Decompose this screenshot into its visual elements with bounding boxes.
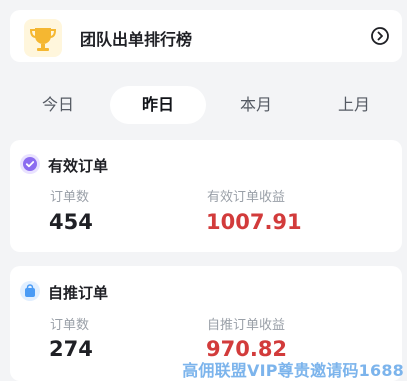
chevron-right-icon[interactable] [370,26,390,46]
tab-today[interactable]: 今日 [14,86,102,124]
income-label: 自推订单收益 [207,318,286,333]
tab-this-month[interactable]: 本月 [212,86,300,124]
valid-orders-card: 有效订单 订单数 454 有效订单收益 1007.91 [10,140,402,252]
card-title: 有效订单 [48,157,109,175]
check-badge-icon [20,154,40,174]
order-count-value: 454 [49,210,93,234]
tab-yesterday[interactable]: 昨日 [110,86,206,124]
date-tabs: 今日 昨日 本月 上月 [0,86,407,126]
watermark-text: 高佣联盟VIP尊贵邀请码1688 [182,361,404,380]
shopping-bag-icon [20,281,40,301]
income-value: 1007.91 [206,210,302,234]
order-count-label: 订单数 [50,318,90,333]
card-title: 自推订单 [48,284,109,302]
order-count-label: 订单数 [50,190,90,205]
order-count-value: 274 [49,337,93,361]
income-label: 有效订单收益 [207,190,286,205]
ranking-banner[interactable]: 团队出单排行榜 [10,10,402,62]
tab-last-month[interactable]: 上月 [310,86,398,124]
trophy-icon [24,19,62,57]
banner-title: 团队出单排行榜 [80,30,193,49]
